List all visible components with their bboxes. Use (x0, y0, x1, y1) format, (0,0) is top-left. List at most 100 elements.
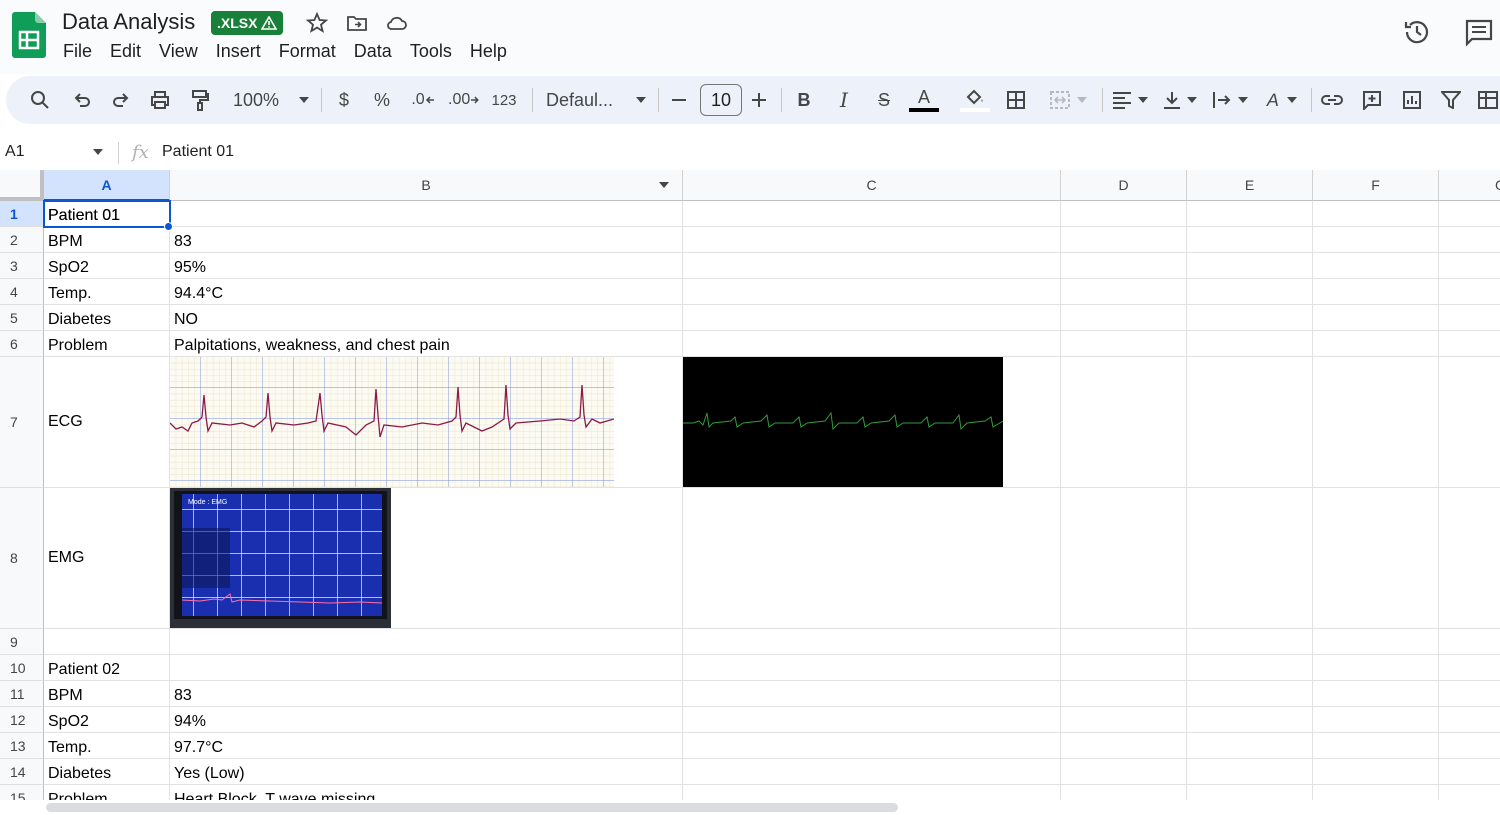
cell-b11[interactable]: 83 (170, 687, 682, 705)
chevron-down-icon[interactable] (659, 182, 669, 188)
menu-insert[interactable]: Insert (207, 40, 270, 62)
column-header-g[interactable]: G (1439, 170, 1500, 201)
move-folder-icon[interactable] (345, 11, 369, 35)
file-format-badge[interactable]: .XLSX (211, 11, 284, 35)
comments-icon[interactable] (1463, 16, 1495, 48)
cell-b6[interactable]: Palpitations, weakness, and chest pain (170, 337, 682, 355)
cell-b13[interactable]: 97.7°C (170, 739, 682, 757)
decrease-font-size-button[interactable] (668, 76, 690, 124)
column-header-a[interactable]: A (44, 170, 170, 201)
cell-a2[interactable]: BPM (44, 233, 169, 251)
menu-tools[interactable]: Tools (401, 40, 461, 62)
document-title[interactable]: Data Analysis (62, 9, 195, 35)
text-wrap-button[interactable] (1208, 76, 1252, 124)
undo-icon[interactable] (68, 76, 96, 124)
star-icon[interactable] (305, 11, 329, 35)
row-header[interactable]: 1 (0, 201, 44, 227)
sheets-logo-icon[interactable] (12, 12, 46, 58)
row-header[interactable]: 11 (0, 681, 44, 707)
decrease-decimal-button[interactable]: .0 (408, 76, 438, 124)
column-header-f[interactable]: F (1313, 170, 1439, 201)
cell-a13[interactable]: Temp. (44, 739, 169, 757)
cell-a10[interactable]: Patient 02 (44, 661, 169, 679)
name-box[interactable]: A1 (5, 143, 25, 161)
cell-b3[interactable]: 95% (170, 259, 682, 277)
horizontal-align-button[interactable] (1108, 76, 1152, 124)
strikethrough-button[interactable]: S (872, 76, 896, 124)
insert-comment-icon[interactable] (1359, 76, 1385, 124)
row-header[interactable]: 8 (0, 488, 44, 629)
row-header[interactable]: 15 (0, 785, 44, 800)
version-history-icon[interactable] (1401, 16, 1433, 48)
row-header[interactable]: 12 (0, 707, 44, 733)
emg-image[interactable]: Mode : EMG (170, 488, 391, 628)
ecg-image[interactable] (170, 357, 614, 487)
cell-a8[interactable]: EMG (44, 549, 169, 567)
menu-view[interactable]: View (150, 40, 207, 62)
text-rotation-button[interactable]: A (1260, 76, 1304, 124)
cell-a15[interactable]: Problem (44, 791, 169, 800)
cell-b5[interactable]: NO (170, 311, 682, 329)
borders-icon[interactable] (1004, 76, 1028, 124)
search-icon[interactable] (26, 76, 54, 124)
row-header[interactable]: 4 (0, 279, 44, 305)
cell-a12[interactable]: SpO2 (44, 713, 169, 731)
column-header-d[interactable]: D (1061, 170, 1187, 201)
cell-a11[interactable]: BPM (44, 687, 169, 705)
row-header[interactable]: 2 (0, 227, 44, 253)
row-header[interactable]: 5 (0, 305, 44, 331)
table-view-icon[interactable] (1476, 76, 1500, 124)
insert-chart-icon[interactable] (1399, 76, 1425, 124)
cell-a7[interactable]: ECG (44, 413, 169, 431)
redo-icon[interactable] (107, 76, 135, 124)
insert-link-icon[interactable] (1319, 76, 1345, 124)
bold-button[interactable]: B (792, 76, 816, 124)
vertical-align-button[interactable] (1158, 76, 1202, 124)
menu-file[interactable]: File (54, 40, 101, 62)
cell-a14[interactable]: Diabetes (44, 765, 169, 783)
cell-b2[interactable]: 83 (170, 233, 682, 251)
row-header[interactable]: 9 (0, 629, 44, 655)
font-family-select[interactable]: Defaul... (546, 76, 646, 124)
italic-button[interactable]: I (832, 76, 856, 124)
zoom-select[interactable]: 100% (228, 76, 314, 124)
column-header-b[interactable]: B (170, 170, 683, 201)
increase-font-size-button[interactable] (748, 76, 770, 124)
menu-data[interactable]: Data (345, 40, 401, 62)
font-size-input[interactable]: 10 (700, 84, 742, 116)
cell-a4[interactable]: Temp. (44, 285, 169, 303)
scrollbar-thumb[interactable] (46, 803, 898, 812)
increase-decimal-button[interactable]: .00 (448, 76, 480, 124)
menu-edit[interactable]: Edit (101, 40, 150, 62)
print-icon[interactable] (146, 76, 174, 124)
number-format-button[interactable]: 123 (489, 76, 519, 124)
cloud-status-icon[interactable] (385, 11, 409, 35)
cell-a5[interactable]: Diabetes (44, 311, 169, 329)
row-header[interactable]: 6 (0, 331, 44, 357)
filter-icon[interactable] (1438, 76, 1464, 124)
cell-b12[interactable]: 94% (170, 713, 682, 731)
merge-cells-button[interactable] (1044, 76, 1092, 124)
horizontal-scrollbar[interactable] (0, 800, 1500, 815)
row-header[interactable]: 14 (0, 759, 44, 785)
menu-format[interactable]: Format (270, 40, 345, 62)
row-header[interactable]: 3 (0, 253, 44, 279)
formula-input[interactable]: Patient 01 (162, 143, 234, 161)
chevron-down-icon[interactable] (93, 149, 103, 155)
column-header-c[interactable]: C (683, 170, 1061, 201)
row-header[interactable]: 13 (0, 733, 44, 759)
row-header[interactable]: 7 (0, 357, 44, 488)
currency-format-button[interactable]: $ (332, 76, 356, 124)
fill-handle[interactable] (164, 222, 173, 231)
ecg-monitor-image[interactable] (683, 357, 1003, 487)
cell-a6[interactable]: Problem (44, 337, 169, 355)
text-color-button[interactable]: A (908, 76, 940, 124)
cell-b4[interactable]: 94.4°C (170, 285, 682, 303)
menu-help[interactable]: Help (461, 40, 516, 62)
fill-color-button[interactable] (960, 76, 990, 124)
select-all-corner[interactable] (0, 170, 44, 201)
paint-format-icon[interactable] (186, 76, 214, 124)
cell-b14[interactable]: Yes (Low) (170, 765, 682, 783)
cell-a3[interactable]: SpO2 (44, 259, 169, 277)
cell-b15[interactable]: Heart Block, T wave missing (170, 791, 682, 800)
